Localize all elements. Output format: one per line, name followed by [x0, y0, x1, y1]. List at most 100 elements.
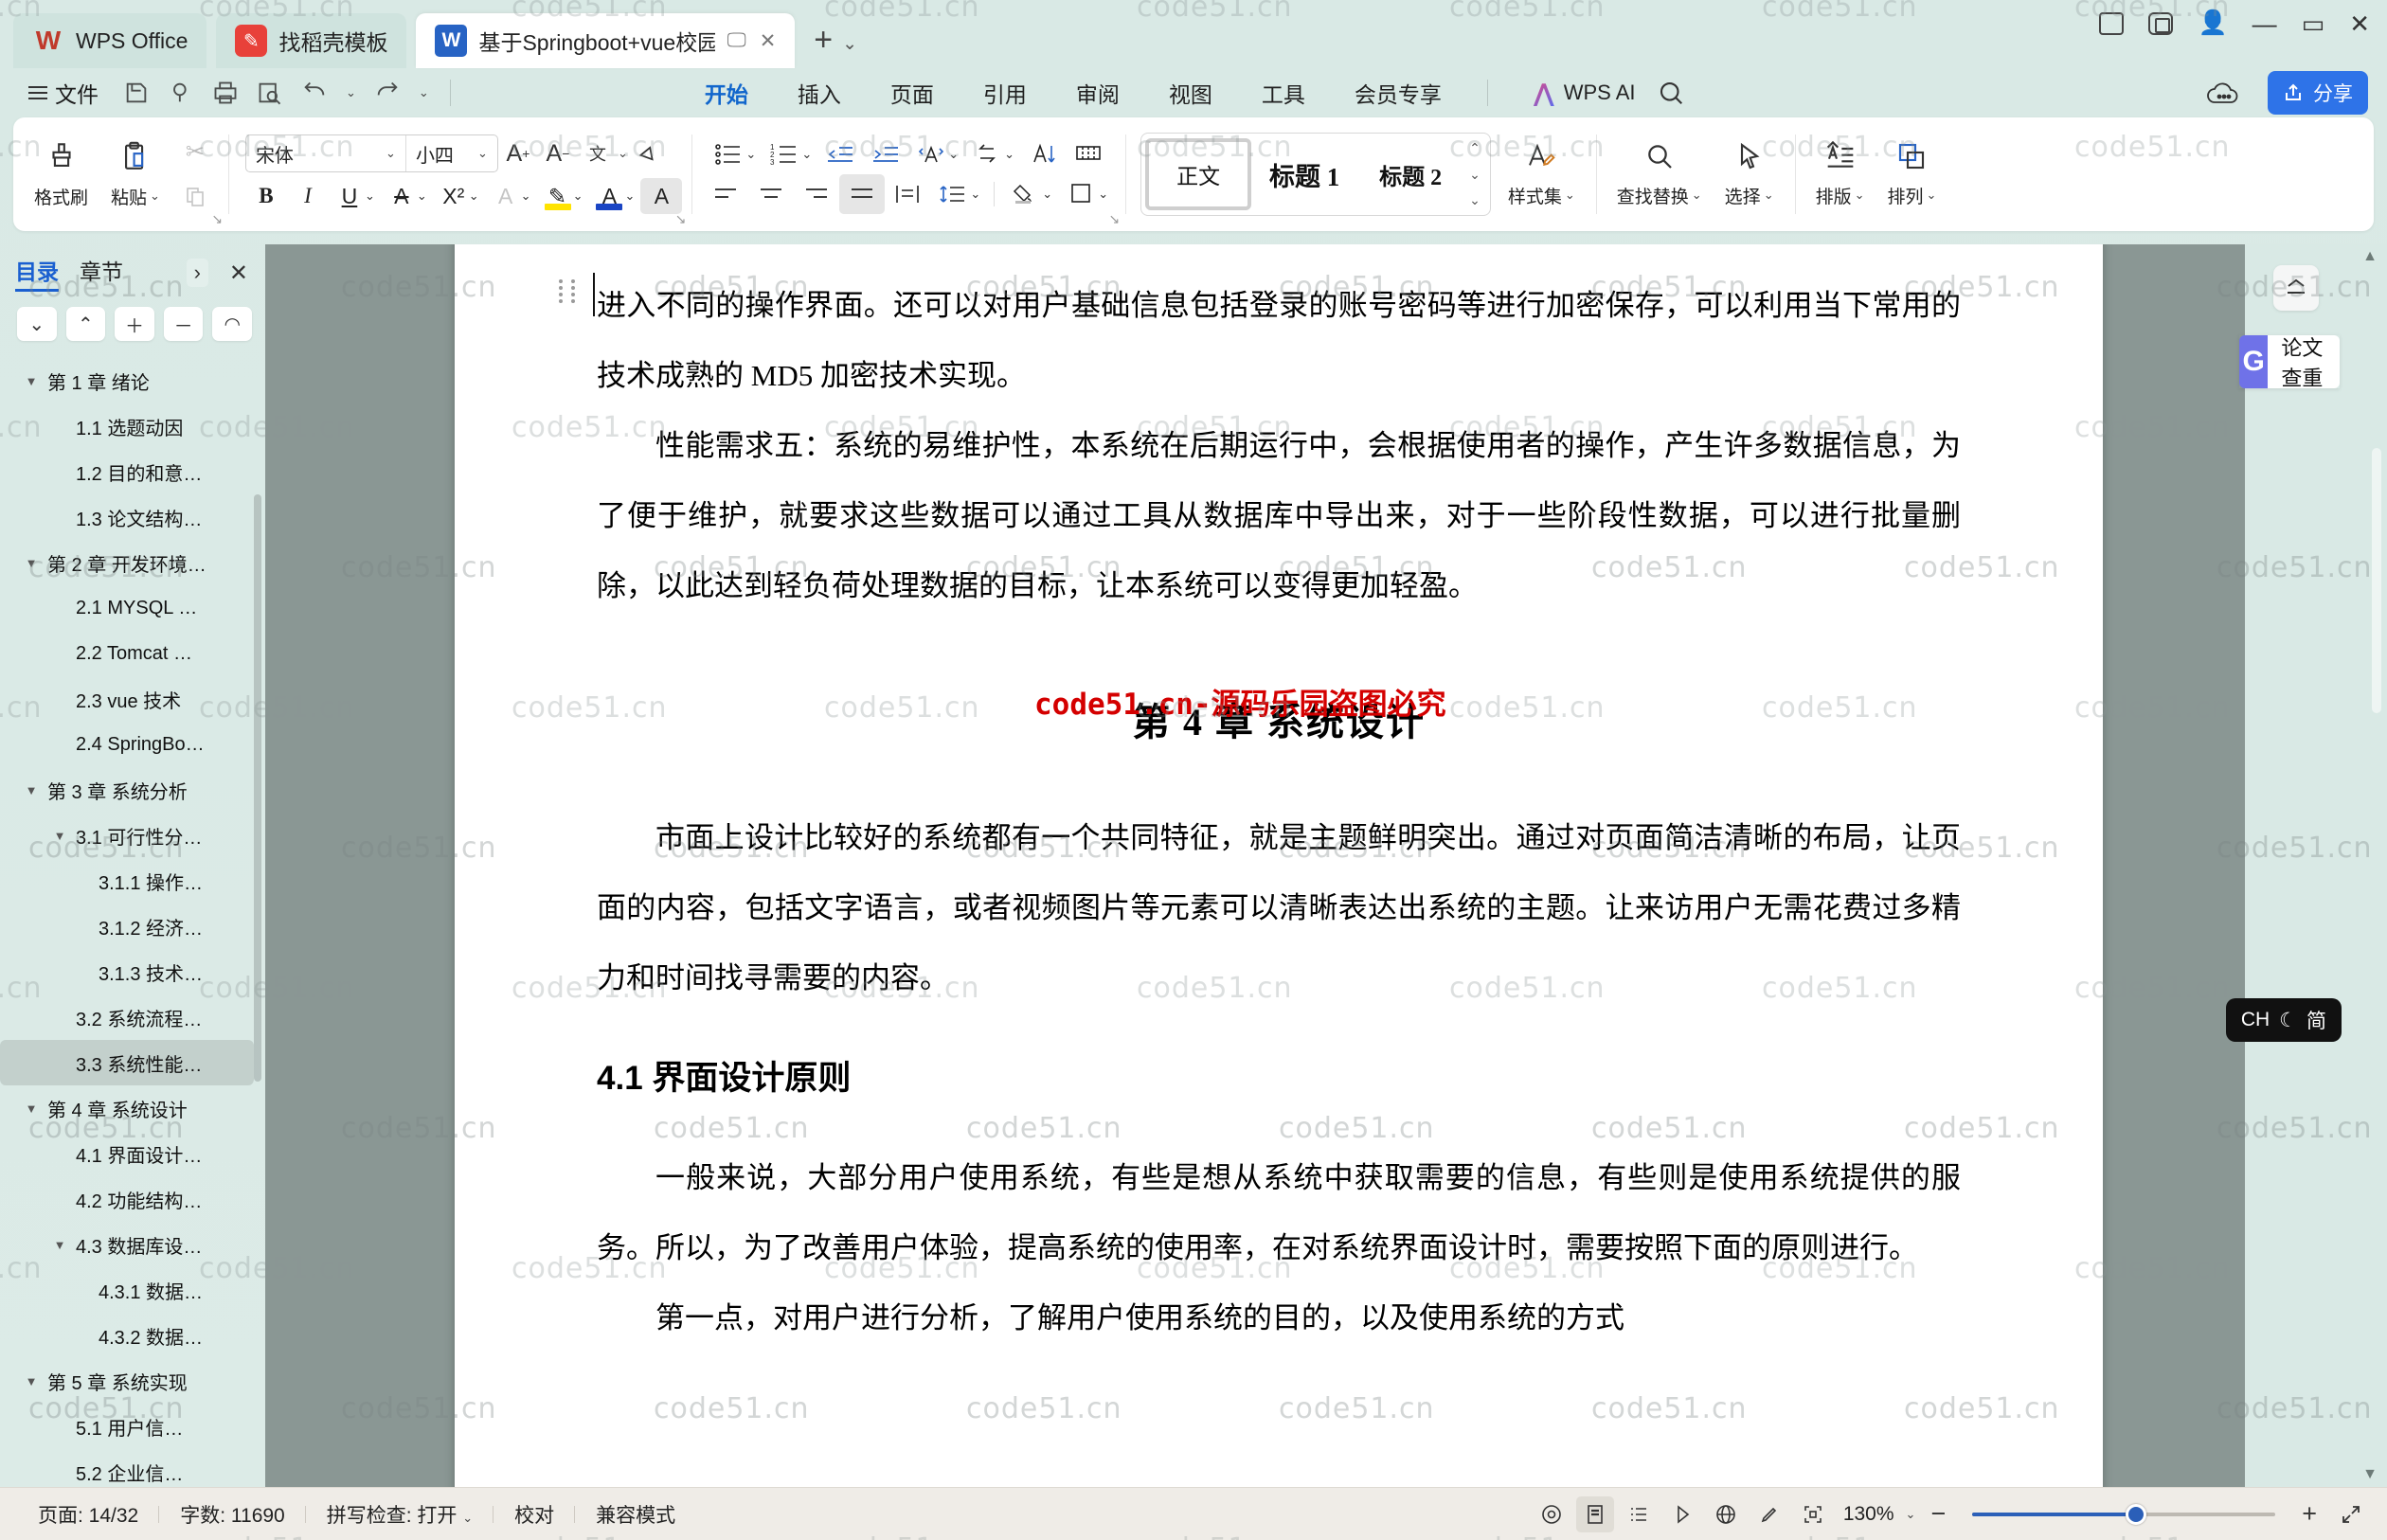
tab-active-document[interactable]: W 基于Springboot+vue校园求职 🖵 ✕ — [416, 13, 796, 68]
chevron-up-icon[interactable]: ⌃ — [65, 307, 106, 341]
sort-icon[interactable] — [1020, 134, 1066, 174]
outline-item[interactable]: ▼ 第 1 章 绪论 — [0, 358, 265, 403]
global-search-icon[interactable] — [1657, 79, 1685, 107]
outline-item[interactable]: 2.1 MYSQL … — [0, 585, 265, 631]
tab-docer-template[interactable]: ✎ 找稻壳模板 — [216, 13, 407, 68]
nav-tab-outline[interactable]: 目录 — [15, 254, 59, 292]
minimize-button[interactable]: — — [2252, 11, 2277, 36]
shrink-font-icon[interactable]: A − — [538, 134, 578, 172]
redo-icon[interactable] — [374, 80, 401, 106]
scrollbar-thumb[interactable] — [2372, 448, 2381, 713]
expand-triangle-icon[interactable]: ▼ — [49, 1238, 70, 1252]
align-right-icon[interactable] — [794, 174, 839, 214]
outline-item[interactable]: ▼ 第 5 章 系统实现 — [0, 1358, 265, 1404]
line-spacing-icon[interactable] — [930, 174, 976, 214]
tab-wps-office[interactable]: W WPS Office — [13, 13, 207, 68]
ribbon-tab-page[interactable]: 页面 — [866, 71, 959, 115]
split-view-icon[interactable] — [2148, 11, 2174, 35]
paste-button[interactable]: 粘贴 ⌄ — [99, 136, 171, 213]
typesetting-button[interactable]: 排版 ⌄ — [1804, 137, 1876, 212]
outline-item[interactable]: 2.4 SpringBo… — [0, 722, 265, 767]
outline-item[interactable]: ▼ 第 4 章 系统设计 — [0, 1085, 265, 1131]
align-left-icon[interactable] — [703, 174, 748, 214]
font-size-select[interactable]: 小四 ⌄ — [406, 140, 497, 168]
character-border-dropdown-icon[interactable]: ⌄ — [521, 188, 531, 204]
tab-list-dropdown-icon[interactable]: ⌄ — [842, 33, 857, 55]
bullet-list-icon[interactable] — [706, 134, 751, 174]
italic-button[interactable]: I — [287, 178, 329, 214]
minus-icon[interactable]: － — [163, 307, 204, 341]
close-icon[interactable]: ✕ — [229, 260, 252, 287]
find-replace-button[interactable]: 查找替换 ⌄ — [1606, 137, 1714, 212]
style-gallery-more-icon[interactable]: ⌄ — [1469, 192, 1481, 208]
text-effects-dropdown-icon[interactable]: ⌄ — [948, 147, 959, 162]
cloud-status-icon[interactable] — [2203, 77, 2247, 109]
outline-item[interactable]: 2.2 Tomcat … — [0, 631, 265, 676]
expand-triangle-icon[interactable]: ▼ — [21, 1374, 42, 1388]
print-icon[interactable] — [212, 80, 239, 106]
document-page[interactable]: 进入不同的操作界面。还可以对用户基础信息包括登录的账号密码等进行加密保存，可以利… — [455, 244, 2103, 1487]
bullet-list-dropdown-icon[interactable]: ⌄ — [745, 147, 756, 162]
zoom-slider[interactable] — [1972, 1503, 2276, 1525]
share-button[interactable]: 分享 — [2268, 71, 2368, 115]
outline-item[interactable]: ▼ 4.3 数据库设… — [0, 1222, 265, 1267]
ribbon-tab-view[interactable]: 视图 — [1144, 71, 1237, 115]
ink-icon[interactable] — [1750, 1496, 1788, 1532]
outline-scrollbar[interactable] — [254, 494, 261, 1082]
sidebar-toggle-icon[interactable] — [2099, 11, 2125, 35]
undo-dropdown-icon[interactable]: ⌄ — [346, 85, 356, 100]
plagiarism-check-button[interactable]: G 论文查重 — [2238, 335, 2340, 390]
expand-icon[interactable] — [2332, 1496, 2370, 1532]
align-justify-icon[interactable] — [839, 174, 886, 214]
outline-item[interactable]: 4.1 界面设计… — [0, 1131, 265, 1176]
outline-item[interactable]: 2.3 vue 技术 — [0, 676, 265, 722]
increase-indent-icon[interactable] — [863, 134, 908, 174]
chevron-right-icon[interactable]: › — [186, 259, 208, 287]
outline-item[interactable]: 3.1.3 技术… — [0, 949, 265, 994]
decrease-indent-icon[interactable] — [817, 134, 863, 174]
document-paragraph[interactable]: 进入不同的操作界面。还可以对用户基础信息包括登录的账号密码等进行加密保存，可以利… — [597, 271, 1961, 411]
outline-view-icon[interactable] — [1620, 1496, 1658, 1532]
document-paragraph-partial[interactable]: 第一点，对用户进行分析，了解用户使用系统的目的，以及使用系统的方式 — [597, 1283, 1961, 1353]
bold-button[interactable]: B — [245, 178, 287, 214]
paste-dropdown-icon[interactable]: ⌄ — [150, 188, 160, 204]
ribbon-tab-reference[interactable]: 引用 — [959, 71, 1051, 115]
outline-item[interactable]: 4.2 功能结构… — [0, 1176, 265, 1222]
document-paragraph[interactable]: 一般来说，大部分用户使用系统，有些是想从系统中获取需要的信息，有些则是使用系统提… — [597, 1143, 1961, 1283]
outline-item[interactable]: 3.2 系统流程… — [0, 994, 265, 1040]
scroll-up-icon[interactable]: ▲ — [2362, 248, 2378, 265]
phonetic-dropdown-icon[interactable]: ⌄ — [618, 146, 628, 161]
chevron-down-icon[interactable]: ⌄ — [462, 1511, 473, 1525]
spellcheck-status[interactable]: 拼写检查: 打开 ⌄ — [306, 1500, 494, 1529]
expand-triangle-icon[interactable]: ▼ — [21, 374, 42, 388]
maximize-button[interactable]: ▭ — [2302, 11, 2325, 36]
highlight-button[interactable]: ✎ — [537, 178, 579, 214]
borders-icon[interactable] — [1058, 174, 1104, 214]
ribbon-tab-tools[interactable]: 工具 — [1237, 71, 1330, 115]
text-direction-icon[interactable] — [964, 134, 1010, 174]
text-direction-dropdown-icon[interactable]: ⌄ — [1004, 147, 1014, 162]
zoom-dropdown-icon[interactable]: ⌄ — [1906, 1507, 1916, 1522]
grow-font-icon[interactable]: A + — [498, 134, 538, 172]
expand-triangle-icon[interactable]: ▼ — [49, 829, 70, 843]
style-heading-2[interactable]: 标题 2 — [1357, 138, 1463, 210]
line-spacing-dropdown-icon[interactable]: ⌄ — [970, 187, 980, 202]
page-indicator[interactable]: 页面: 14/32 — [17, 1500, 160, 1529]
chevron-down-icon[interactable]: ⌄ — [17, 307, 57, 341]
outline-item[interactable]: 5.2 企业信… — [0, 1449, 265, 1487]
file-menu-button[interactable]: 文件 — [19, 73, 108, 113]
style-heading-1[interactable]: 标题 1 — [1251, 138, 1357, 210]
font-family-select[interactable]: 宋体 ⌄ — [246, 140, 405, 168]
strikethrough-dropdown-icon[interactable]: ⌄ — [417, 188, 427, 204]
ribbon-tab-review[interactable]: 审阅 — [1051, 71, 1144, 115]
focus-view-icon[interactable] — [1533, 1496, 1570, 1532]
zoom-level[interactable]: 130% — [1838, 1503, 1900, 1526]
align-center-icon[interactable] — [748, 174, 794, 214]
tab-screen-icon[interactable]: 🖵 — [727, 29, 745, 52]
outline-item[interactable]: 1.1 选题动因 — [0, 403, 265, 449]
select-button[interactable]: 选择 ⌄ — [1714, 137, 1786, 212]
phonetic-guide-icon[interactable]: 文 — [578, 134, 618, 172]
compatibility-mode[interactable]: 兼容模式 — [575, 1500, 696, 1529]
undo-icon[interactable] — [301, 80, 328, 106]
numbered-list-dropdown-icon[interactable]: ⌄ — [801, 147, 812, 162]
